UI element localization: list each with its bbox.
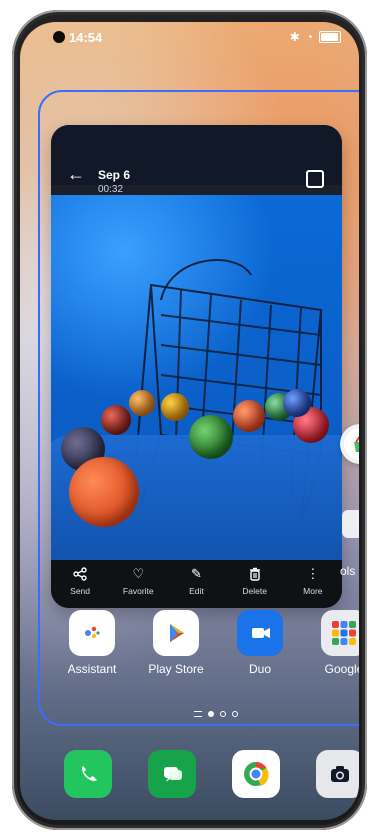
pencil-icon: ✎: [191, 566, 202, 581]
action-favorite[interactable]: ♡ Favorite: [111, 566, 165, 596]
action-label: Edit: [189, 586, 204, 596]
recent-app-card[interactable]: ← Sep 6 00:32 Send ♡ Favorite ✎ Edit Del…: [51, 125, 342, 608]
app-label: Assistant: [67, 662, 117, 676]
messages-icon: [164, 767, 182, 782]
page-dot: [232, 711, 238, 717]
app-google-folder[interactable]: Google: [304, 610, 359, 676]
photo-viewer-topbar: [51, 125, 342, 185]
lens-icon[interactable]: [306, 170, 324, 188]
assistant-icon: [69, 610, 115, 656]
pool-ball: [189, 415, 233, 459]
action-label: Delete: [242, 586, 267, 596]
app-label: Play Store: [148, 662, 204, 676]
app-play-store[interactable]: Play Store: [136, 610, 216, 676]
edge-app-widget[interactable]: [340, 424, 359, 464]
action-label: Send: [70, 586, 91, 596]
bluetooth-icon: ✱: [289, 30, 300, 44]
edge-tools-label: ols: [340, 564, 356, 578]
chrome-icon: [244, 762, 269, 786]
pool-ball: [161, 393, 189, 421]
screen: 14:54 ✱ ◔ ← Sep 6 00:32 Send ♡ Favorite …: [20, 22, 359, 820]
pool-ball: [129, 390, 155, 416]
photo-preview: [51, 195, 342, 605]
page-dot-active: [208, 711, 214, 717]
dock: [64, 750, 359, 806]
pool-ball: [283, 389, 311, 417]
app-label: Google: [324, 662, 359, 676]
share-icon: [72, 566, 88, 582]
action-more[interactable]: ⋮ More: [286, 566, 340, 596]
page-dot: [220, 711, 226, 717]
google-folder-icon: [321, 610, 359, 656]
status-bar: 14:54 ✱ ◔: [20, 22, 359, 52]
front-camera-hole: [53, 31, 65, 43]
dock-chrome[interactable]: [232, 750, 280, 798]
camera-icon: [331, 766, 349, 782]
edge-folder-preview[interactable]: [342, 510, 359, 538]
photo-actions: Send ♡ Favorite ✎ Edit Delete ⋮ More: [51, 560, 342, 608]
page-indicator-menu: [194, 711, 202, 717]
app-label: Duo: [248, 662, 271, 676]
action-edit[interactable]: ✎ Edit: [169, 566, 223, 596]
action-label: Favorite: [122, 586, 154, 596]
wifi-icon: ◔: [305, 30, 313, 44]
back-arrow-icon[interactable]: ←: [67, 164, 85, 185]
dock-phone[interactable]: [64, 750, 112, 798]
dock-messages[interactable]: [148, 750, 196, 798]
dock-camera[interactable]: [316, 750, 359, 798]
action-label: More: [303, 586, 323, 596]
pool-ball: [69, 457, 139, 527]
home-apps-row: Assistant Play Store Duo Googl: [52, 610, 359, 680]
status-time: 14:54: [69, 30, 103, 45]
photo-time: 00:32: [98, 184, 124, 195]
app-duo[interactable]: Duo: [220, 610, 300, 676]
trash-icon: [247, 566, 263, 582]
duo-icon: [237, 610, 283, 656]
pool-ball: [233, 400, 265, 432]
action-send[interactable]: Send: [53, 566, 107, 596]
app-assistant[interactable]: Assistant: [52, 610, 132, 676]
action-delete[interactable]: Delete: [228, 566, 282, 596]
photo-date: Sep 6: [98, 168, 131, 182]
more-vertical-icon: ⋮: [306, 566, 320, 581]
play-store-icon: [153, 610, 199, 656]
edge-app-icon: [344, 428, 359, 460]
pool-ball: [101, 405, 131, 435]
page-indicator: [194, 711, 238, 717]
status-icons: ✱ ◔: [290, 30, 341, 44]
battery-icon: [319, 31, 341, 43]
heart-icon: ♡: [132, 566, 145, 581]
phone-icon: [82, 766, 97, 781]
